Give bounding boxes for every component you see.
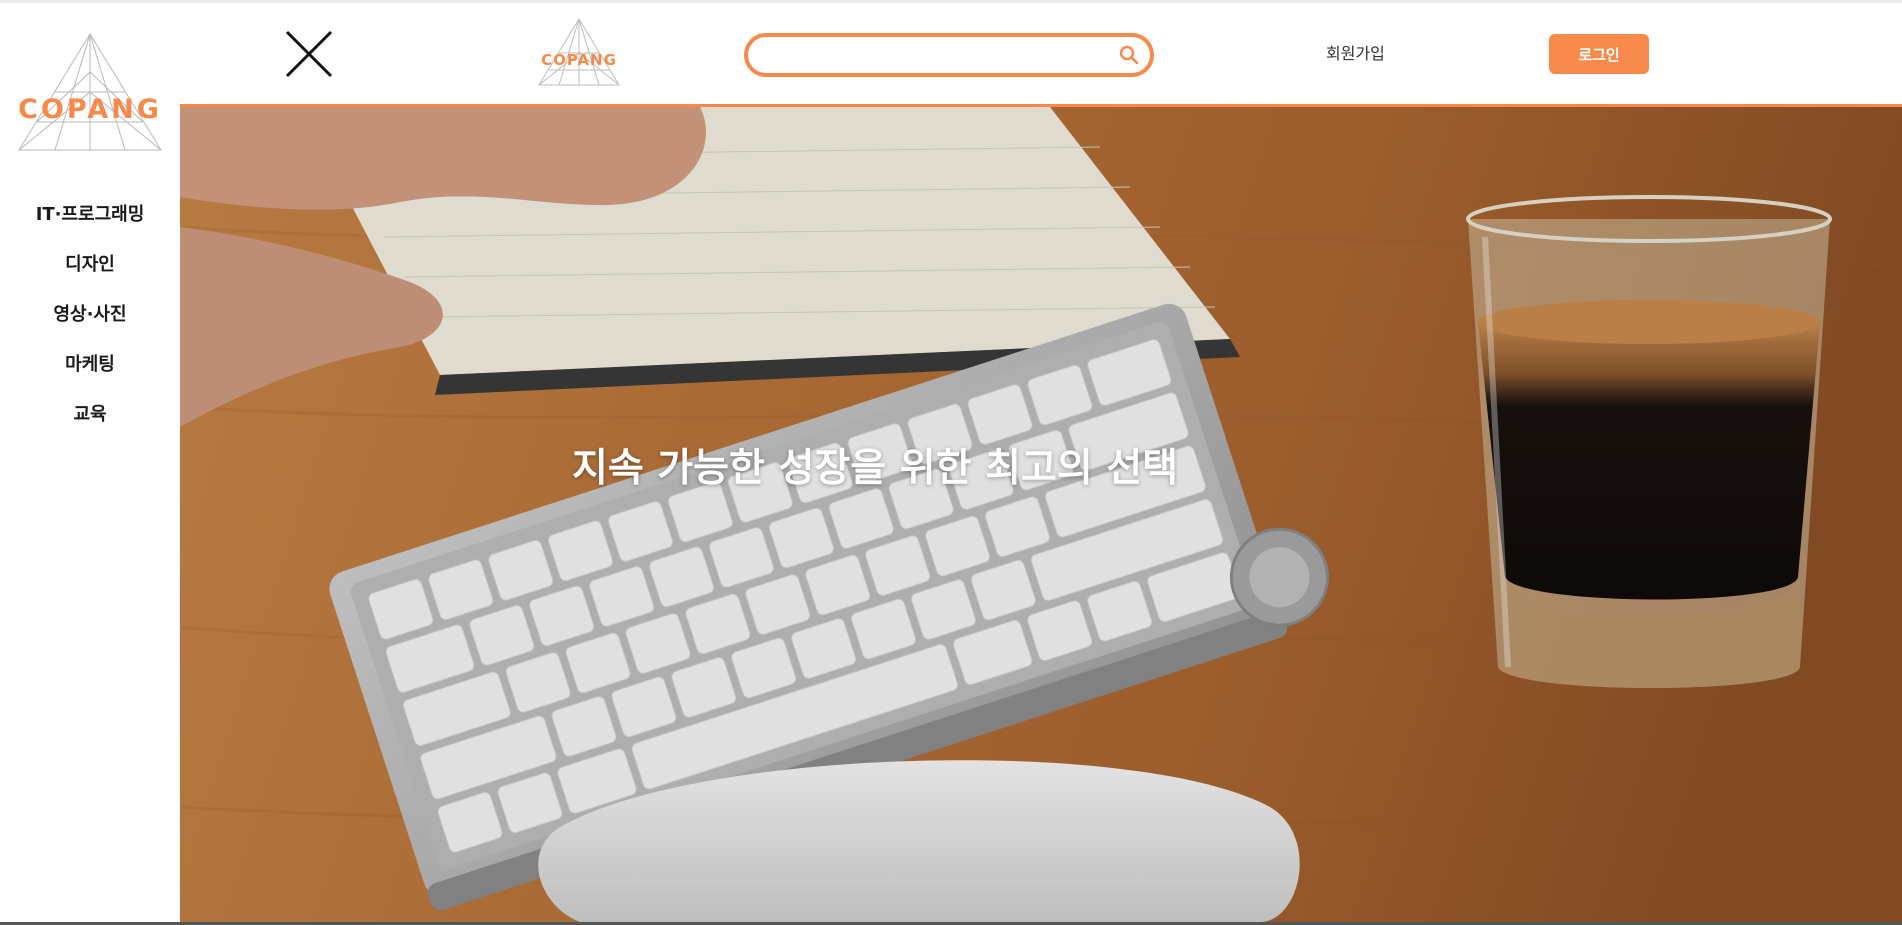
hero-headline: 지속 가능한 성장을 위한 최고의 선택 xyxy=(571,446,1179,491)
close-button[interactable] xyxy=(284,29,334,79)
sidebar-item-video-photo[interactable]: 영상·사진 xyxy=(0,295,180,345)
sidebar-logo-text: COPANG xyxy=(18,94,162,125)
sidebar-nav: IT·프로그래밍 디자인 영상·사진 마케팅 교육 xyxy=(0,195,180,445)
sidebar-item-education[interactable]: 교육 xyxy=(0,395,180,445)
login-button[interactable]: 로그인 xyxy=(1549,34,1649,74)
sidebar-item-design[interactable]: 디자인 xyxy=(0,245,180,295)
search-icon[interactable] xyxy=(1118,44,1140,66)
sidebar-item-it-programming[interactable]: IT·프로그래밍 xyxy=(0,195,180,245)
header: COPANG 회원가입 로그인 xyxy=(180,3,1902,107)
header-logo[interactable]: COPANG xyxy=(534,17,624,87)
sidebar-item-marketing[interactable]: 마케팅 xyxy=(0,345,180,395)
hero-overlay xyxy=(180,107,1902,922)
hero-banner: 지속 가능한 성장을 위한 최고의 선택 xyxy=(180,107,1902,922)
header-logo-text: COPANG xyxy=(541,51,617,69)
sidebar: COPANG IT·프로그래밍 디자인 영상·사진 마케팅 교육 xyxy=(0,3,180,925)
signup-link[interactable]: 회원가입 xyxy=(1326,40,1385,64)
close-icon xyxy=(285,30,333,78)
search-input[interactable] xyxy=(762,41,1106,71)
sidebar-logo[interactable]: COPANG xyxy=(15,32,165,152)
page: COPANG IT·프로그래밍 디자인 영상·사진 마케팅 교육 COPANG … xyxy=(0,0,1902,925)
logo-triangle-icon xyxy=(18,33,162,151)
search-bar xyxy=(744,33,1154,77)
